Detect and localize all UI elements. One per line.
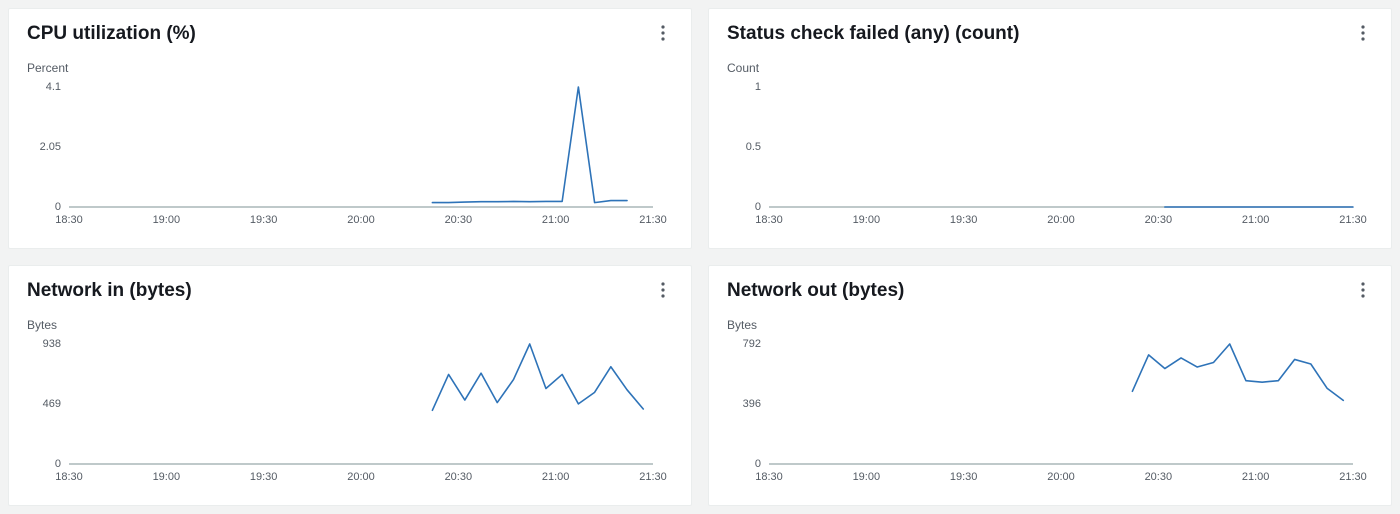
chart-menu-button[interactable]: [1353, 23, 1373, 43]
x-tick-label: 20:30: [445, 214, 473, 226]
y-axis-label: Percent: [27, 61, 673, 75]
x-tick-label: 21:00: [1242, 471, 1270, 483]
panel-title: Status check failed (any) (count): [727, 23, 1019, 45]
x-tick-label: 20:00: [1047, 471, 1075, 483]
panel-cpu-utilization: CPU utilization (%) Percent 0 2.05 4.1 18:3…: [8, 8, 692, 249]
x-tick-label: 19:00: [853, 214, 881, 226]
y-tick-label: 1: [755, 81, 761, 93]
x-tick-label: 19:00: [153, 471, 181, 483]
x-tick-label: 21:30: [1339, 471, 1367, 483]
x-tick-label: 18:30: [55, 471, 83, 483]
chart-menu-button[interactable]: [1353, 280, 1373, 300]
x-tick-label: 21:00: [542, 471, 570, 483]
y-tick-label: 0: [55, 201, 61, 213]
kebab-icon: [661, 25, 665, 41]
data-series-line: [1132, 344, 1343, 400]
x-tick-label: 20:30: [1145, 471, 1173, 483]
y-axis-label: Bytes: [727, 318, 1373, 332]
x-tick-label: 19:00: [853, 471, 881, 483]
kebab-icon: [1361, 25, 1365, 41]
x-tick-label: 18:30: [755, 214, 783, 226]
x-tick-label: 21:30: [1339, 214, 1367, 226]
x-tick-label: 20:00: [347, 471, 375, 483]
cpu-chart: 0 2.05 4.1 18:30 19:00 19:30 20:00 20:30 21:00 21…: [27, 79, 673, 229]
x-tick-label: 20:30: [445, 471, 473, 483]
y-axis-label: Count: [727, 61, 1373, 75]
network-in-chart: 0 469 938 18:30 19:00 19:30 20:00 20:30 21:00 21:…: [27, 336, 673, 486]
y-tick-label: 396: [743, 398, 761, 410]
data-series-line: [432, 87, 627, 203]
panel-title: CPU utilization (%): [27, 23, 196, 45]
x-tick-label: 20:00: [347, 214, 375, 226]
chart-menu-button[interactable]: [653, 280, 673, 300]
panel-status-check-failed: Status check failed (any) (count) Count …: [708, 8, 1392, 249]
y-tick-label: 792: [743, 338, 761, 350]
y-tick-label: 4.1: [46, 81, 61, 93]
panel-network-in: Network in (bytes) Bytes 0 469 938 18:30 19:…: [8, 265, 692, 506]
y-tick-label: 469: [43, 398, 61, 410]
y-tick-label: 0: [55, 458, 61, 470]
y-tick-label: 0.5: [746, 141, 761, 153]
x-tick-label: 18:30: [755, 471, 783, 483]
x-tick-label: 18:30: [55, 214, 83, 226]
x-tick-label: 19:30: [950, 214, 978, 226]
y-axis-label: Bytes: [27, 318, 673, 332]
x-tick-label: 20:30: [1145, 214, 1173, 226]
y-tick-label: 0: [755, 458, 761, 470]
panel-title: Network out (bytes): [727, 280, 904, 302]
y-tick-label: 938: [43, 338, 61, 350]
kebab-icon: [1361, 282, 1365, 298]
x-tick-label: 21:00: [542, 214, 570, 226]
x-tick-label: 21:00: [1242, 214, 1270, 226]
panel-network-out: Network out (bytes) Bytes 0 396 792 18:30 19…: [708, 265, 1392, 506]
metrics-dashboard: CPU utilization (%) Percent 0 2.05 4.1 18:3…: [0, 0, 1400, 514]
y-tick-label: 0: [755, 201, 761, 213]
chart-menu-button[interactable]: [653, 23, 673, 43]
y-tick-label: 2.05: [40, 141, 61, 153]
x-tick-label: 21:30: [639, 471, 667, 483]
panel-title: Network in (bytes): [27, 280, 192, 302]
x-tick-label: 20:00: [1047, 214, 1075, 226]
kebab-icon: [661, 282, 665, 298]
data-series-line: [432, 344, 643, 410]
x-tick-label: 19:00: [153, 214, 181, 226]
network-out-chart: 0 396 792 18:30 19:00 19:30 20:00 20:30 21:00 21:…: [727, 336, 1373, 486]
x-tick-label: 19:30: [250, 214, 278, 226]
x-tick-label: 21:30: [639, 214, 667, 226]
x-tick-label: 19:30: [250, 471, 278, 483]
x-tick-label: 19:30: [950, 471, 978, 483]
status-chart: 0 0.5 1 18:30 19:00 19:30 20:00 20:30 21:00 21:30: [727, 79, 1373, 229]
